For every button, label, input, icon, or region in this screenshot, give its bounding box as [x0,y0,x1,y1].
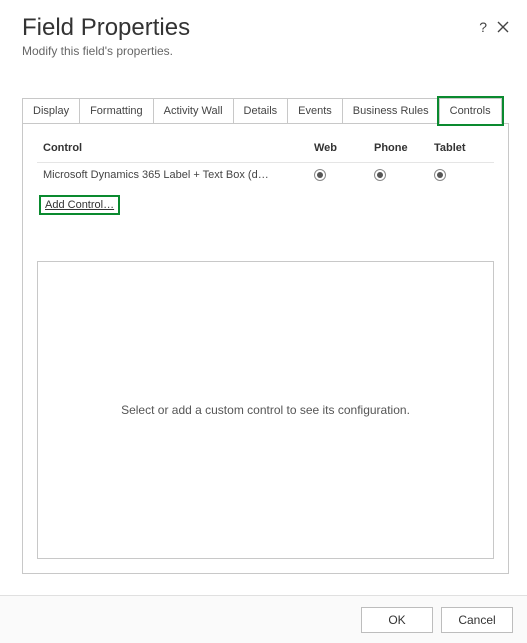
radio-phone[interactable] [374,169,434,181]
col-header-web: Web [314,142,374,154]
config-placeholder-text: Select or add a custom control to see it… [121,403,410,417]
dialog-header: Field Properties ? [22,14,509,42]
tab-details[interactable]: Details [233,98,289,123]
dialog-subtitle: Modify this field's properties. [22,44,509,58]
ok-button[interactable]: OK [361,607,433,633]
radio-dot-icon [434,169,446,181]
tab-controls[interactable]: Controls [439,98,502,124]
tab-strip: Display Formatting Activity Wall Details… [22,98,509,124]
control-config-area: Select or add a custom control to see it… [37,261,494,559]
close-icon[interactable] [497,21,509,33]
header-controls: ? [479,14,509,34]
tab-display[interactable]: Display [22,98,80,123]
col-header-phone: Phone [374,142,434,154]
tab-activity-wall[interactable]: Activity Wall [153,98,234,123]
tab-events[interactable]: Events [287,98,343,123]
controls-pane: Control Web Phone Tablet Microsoft Dynam… [22,124,509,574]
col-header-tablet: Tablet [434,142,494,154]
cancel-button[interactable]: Cancel [441,607,513,633]
radio-web[interactable] [314,169,374,181]
col-header-control: Control [37,142,314,154]
dialog-body: Field Properties ? Modify this field's p… [0,0,527,574]
dialog-title: Field Properties [22,14,479,42]
tab-formatting[interactable]: Formatting [79,98,154,123]
add-control-link[interactable]: Add Control… [41,197,118,213]
radio-dot-icon [374,169,386,181]
controls-grid-row[interactable]: Microsoft Dynamics 365 Label + Text Box … [37,162,494,187]
radio-dot-icon [314,169,326,181]
dialog-footer: OK Cancel [0,595,527,643]
controls-grid-header: Control Web Phone Tablet [37,138,494,162]
tab-business-rules[interactable]: Business Rules [342,98,440,123]
radio-tablet[interactable] [434,169,494,181]
help-icon[interactable]: ? [479,20,487,34]
control-name: Microsoft Dynamics 365 Label + Text Box … [37,169,314,181]
